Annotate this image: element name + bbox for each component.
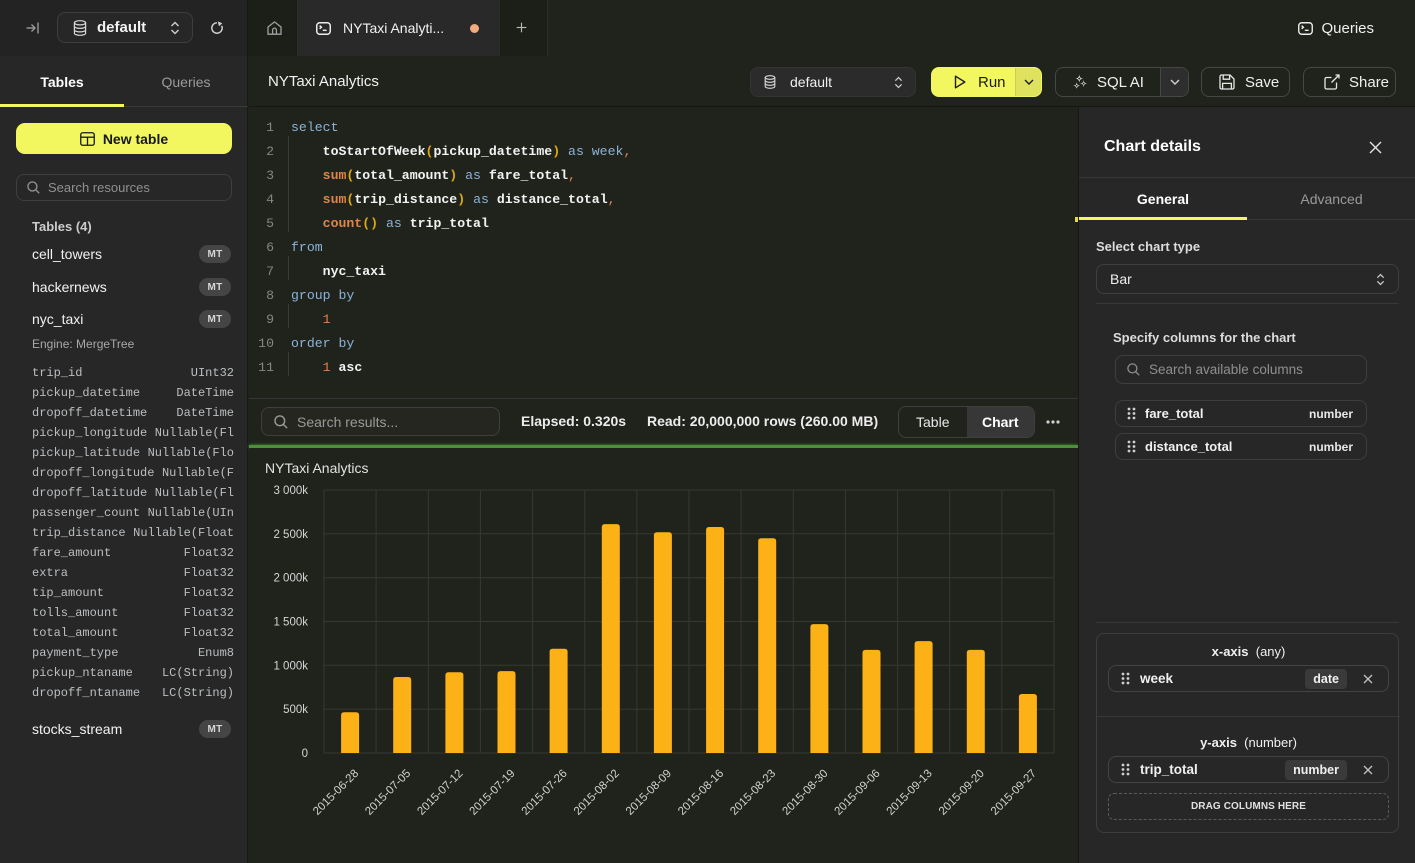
svg-text:3 000k: 3 000k — [273, 485, 308, 497]
svg-text:NYTaxi Analytics: NYTaxi Analytics — [265, 460, 368, 476]
svg-text:2015-08-30: 2015-08-30 — [780, 768, 830, 818]
svg-text:500k: 500k — [283, 704, 308, 716]
svg-text:2015-09-27: 2015-09-27 — [989, 768, 1039, 818]
svg-text:2015-06-28: 2015-06-28 — [311, 768, 361, 818]
svg-text:1 500k: 1 500k — [273, 617, 308, 629]
svg-text:2 500k: 2 500k — [273, 529, 308, 541]
svg-text:2015-09-06: 2015-09-06 — [833, 768, 883, 818]
svg-text:2015-07-05: 2015-07-05 — [363, 768, 413, 818]
svg-text:1 000k: 1 000k — [273, 660, 308, 672]
svg-text:2015-08-09: 2015-08-09 — [624, 768, 674, 818]
svg-text:2015-08-02: 2015-08-02 — [572, 768, 622, 818]
svg-text:2015-08-23: 2015-08-23 — [728, 768, 778, 818]
svg-text:2015-08-16: 2015-08-16 — [676, 768, 726, 818]
svg-text:2015-07-26: 2015-07-26 — [520, 768, 570, 818]
svg-text:2015-07-12: 2015-07-12 — [415, 768, 465, 818]
svg-text:2015-09-20: 2015-09-20 — [937, 768, 987, 818]
svg-text:2015-07-19: 2015-07-19 — [468, 768, 518, 818]
svg-text:2 000k: 2 000k — [273, 573, 308, 585]
svg-text:2015-09-13: 2015-09-13 — [885, 768, 935, 818]
svg-text:0: 0 — [302, 748, 308, 760]
